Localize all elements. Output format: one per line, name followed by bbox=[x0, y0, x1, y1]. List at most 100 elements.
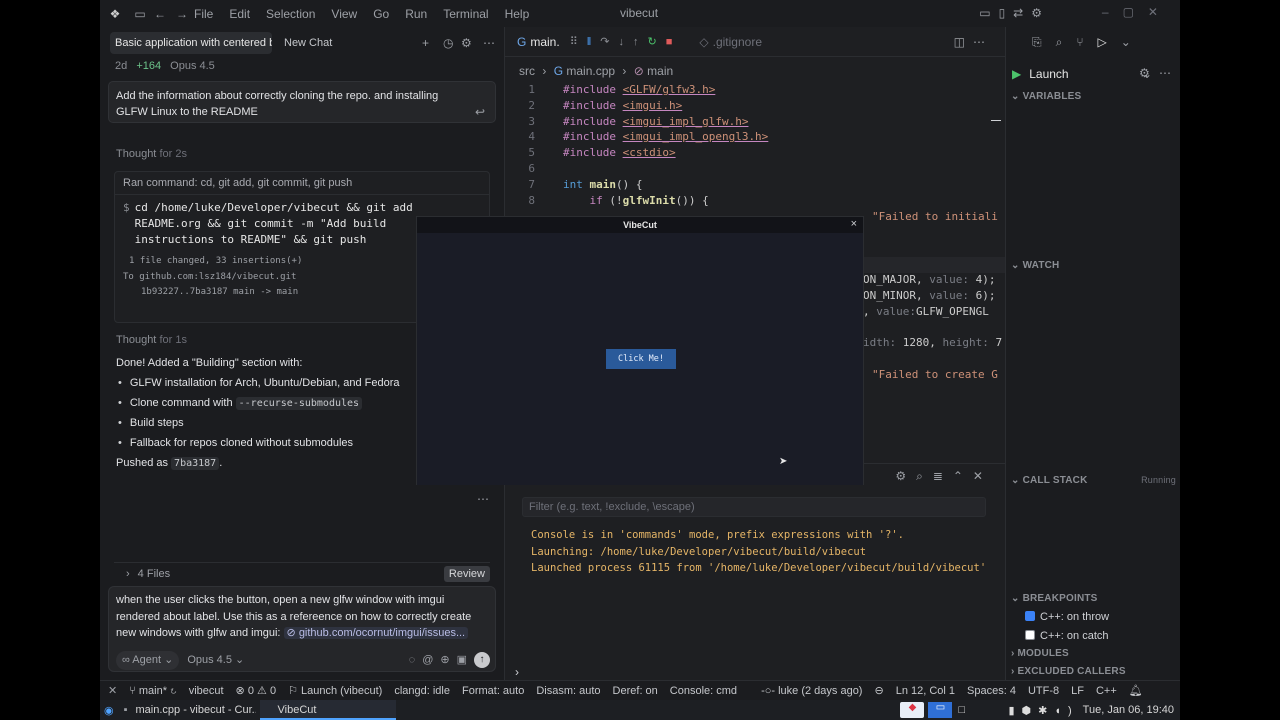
section-watch[interactable]: ⌄ WATCH bbox=[1011, 260, 1059, 271]
bell-icon[interactable]: 🔔︎ bbox=[1129, 684, 1143, 697]
bullet-pre: Clone command with bbox=[129, 397, 233, 409]
function-name: glfwInit bbox=[622, 193, 676, 207]
console-actions[interactable]: ⚙⌕≣⌃✕ bbox=[895, 469, 993, 484]
checkbox-checked[interactable] bbox=[1025, 611, 1035, 621]
section-title: CALL STACK bbox=[1022, 475, 1088, 486]
model-select[interactable]: Opus 4.5 ⌄ bbox=[187, 652, 244, 669]
files-changed-bar[interactable]: › 4 Files Review bbox=[114, 562, 490, 584]
launch-label: Launch bbox=[1029, 66, 1069, 81]
clangd-status[interactable]: clangd: idle bbox=[394, 685, 450, 697]
activity-icons[interactable]: ⎘⌕⑂ ▷ ⌄ bbox=[1006, 27, 1181, 57]
zoom-icon[interactable]: ⊖ bbox=[874, 684, 883, 697]
editor-actions[interactable]: ◫⋯ bbox=[954, 35, 993, 49]
breadcrumb-symbol[interactable]: main bbox=[647, 64, 673, 78]
section-modules[interactable]: › MODULES bbox=[1011, 648, 1069, 659]
reference-link[interactable]: ⊘ github.com/ocornut/imgui/issues... bbox=[283, 627, 469, 639]
breadcrumb: src › G main.cpp › ⊘ main bbox=[519, 64, 674, 78]
disasm-status[interactable]: Disasm: auto bbox=[536, 685, 600, 697]
pushed-pre: Pushed as bbox=[116, 457, 168, 469]
menu-edit[interactable]: Edit bbox=[229, 7, 250, 21]
forward-icon[interactable]: → bbox=[170, 7, 194, 21]
start-icon[interactable]: ◉ bbox=[104, 704, 114, 717]
section-excluded-callers[interactable]: › EXCLUDED CALLERS bbox=[1011, 666, 1126, 677]
project-name[interactable]: vibecut bbox=[189, 685, 224, 697]
launch-config-select[interactable]: ▶ Launch ⌄ bbox=[1012, 64, 1152, 83]
language-mode[interactable]: C++ bbox=[1096, 685, 1117, 697]
git-blame[interactable]: -○- luke (2 days ago) bbox=[761, 685, 862, 697]
input-action-icons[interactable]: ◌@⊕▣ bbox=[409, 652, 474, 669]
checkbox-unchecked[interactable] bbox=[1025, 630, 1035, 640]
agent-mode-select[interactable]: ∞ Agent ⌄ bbox=[116, 651, 180, 670]
taskbar-item-editor[interactable]: main.cpp - vibecut - Cur... bbox=[136, 704, 256, 716]
close-icon[interactable]: × bbox=[851, 218, 857, 230]
layout-icons[interactable]: ▭▯⇄⚙ bbox=[979, 6, 1050, 20]
more-icon[interactable]: ⋯ bbox=[483, 36, 495, 50]
menu-file[interactable]: File bbox=[194, 7, 213, 21]
console-prompt[interactable]: › bbox=[515, 665, 519, 679]
breadcrumb-file[interactable]: main.cpp bbox=[566, 64, 615, 78]
tray-icons[interactable]: ▮⬢✱◖) bbox=[1008, 704, 1078, 717]
review-button[interactable]: Review bbox=[443, 565, 490, 582]
deref-status[interactable]: Deref: on bbox=[613, 685, 658, 697]
encoding[interactable]: UTF-8 bbox=[1028, 685, 1059, 697]
thought-1[interactable]: Thought for 2s bbox=[116, 148, 187, 160]
ran-command-label[interactable]: Ran command: cd, git add, git commit, gi… bbox=[115, 172, 489, 195]
line-ending[interactable]: LF bbox=[1071, 685, 1084, 697]
thought-2[interactable]: Thought for 1s bbox=[116, 334, 187, 346]
list-item: Build steps bbox=[116, 417, 416, 429]
tab-new-chat[interactable]: New Chat bbox=[284, 37, 332, 49]
clock[interactable]: Tue, Jan 06, 19:40 bbox=[1083, 704, 1174, 716]
settings-icon[interactable]: ⚙ bbox=[461, 36, 472, 50]
tab-active-chat[interactable]: Basic application with centered b bbox=[110, 32, 272, 54]
tab-gitignore[interactable]: .gitignore bbox=[713, 35, 762, 49]
menu-selection[interactable]: Selection bbox=[266, 7, 315, 21]
code-line: 5 #include <cstdio> bbox=[505, 145, 1005, 161]
send-icon[interactable]: ↑ bbox=[474, 652, 490, 669]
sidebar-toggle-icon[interactable]: ▭ bbox=[130, 7, 150, 21]
desktop-icon[interactable]: □ bbox=[958, 704, 978, 716]
menu-help[interactable]: Help bbox=[505, 7, 530, 21]
breadcrumb-folder[interactable]: src bbox=[519, 64, 535, 78]
plus-icon[interactable]: + bbox=[422, 36, 429, 50]
history-icon[interactable]: ◷ bbox=[443, 36, 453, 50]
code-lines[interactable]: 1 #include <GLFW/glfw3.h> 2 #include <imgu… bbox=[505, 82, 1005, 208]
remote-icon[interactable]: ✕ bbox=[108, 684, 117, 697]
console-status[interactable]: Console: cmd bbox=[670, 685, 737, 697]
back-icon[interactable]: ← bbox=[150, 7, 170, 21]
chevron-right-icon[interactable]: › bbox=[126, 568, 130, 580]
window-switch-icon[interactable]: ▭ bbox=[928, 702, 953, 718]
menu-view[interactable]: View bbox=[331, 7, 357, 21]
chat-input[interactable]: when the user clicks the button, open a … bbox=[108, 586, 496, 672]
revert-icon[interactable]: ↩ bbox=[475, 105, 485, 119]
launch-status[interactable]: ⚐ Launch (vibecut) bbox=[288, 684, 382, 697]
branch-indicator[interactable]: ⑂ main* ↻ bbox=[129, 685, 176, 697]
user-message[interactable]: Add the information about correctly clon… bbox=[108, 81, 496, 123]
problems-indicator[interactable]: ⊗ 0 ⚠ 0 bbox=[236, 684, 277, 697]
window-controls[interactable]: –▢✕ bbox=[1102, 5, 1172, 19]
code-text: ()) { bbox=[675, 193, 709, 207]
menu-run[interactable]: Run bbox=[405, 7, 427, 21]
breakpoint-catch[interactable]: C++: on catch bbox=[1025, 630, 1109, 642]
gear-icon[interactable]: ⚙ bbox=[1139, 66, 1150, 80]
cursor-position[interactable]: Ln 12, Col 1 bbox=[896, 685, 955, 697]
indentation[interactable]: Spaces: 4 bbox=[967, 685, 1016, 697]
debug-toolbar[interactable]: ⠿‖↷↓↑↻■ bbox=[570, 35, 682, 48]
debug-icon: ⚐ bbox=[288, 685, 298, 697]
menu-go[interactable]: Go bbox=[373, 7, 389, 21]
console-output: Console is in 'commands' mode, prefix ex… bbox=[531, 527, 986, 577]
tab-main-cpp[interactable]: main. bbox=[530, 35, 559, 49]
click-me-button[interactable]: Click Me! bbox=[606, 349, 676, 369]
message-more-icon[interactable]: ⋯ bbox=[477, 492, 489, 506]
breakpoint-throw[interactable]: C++: on throw bbox=[1025, 611, 1109, 623]
console-filter-input[interactable]: Filter (e.g. text, !exclude, \escape) bbox=[522, 497, 986, 517]
section-variables[interactable]: ⌄ VARIABLES bbox=[1011, 91, 1081, 102]
section-call-stack[interactable]: ⌄ CALL STACK Running bbox=[1011, 475, 1176, 486]
format-status[interactable]: Format: auto bbox=[462, 685, 524, 697]
section-breakpoints[interactable]: ⌄ BREAKPOINTS bbox=[1011, 593, 1098, 604]
play-icon[interactable]: ▶ bbox=[1012, 67, 1021, 81]
brave-icon[interactable]: ◆ bbox=[900, 702, 925, 718]
more-icon[interactable]: ⋯ bbox=[1159, 66, 1171, 80]
menu-terminal[interactable]: Terminal bbox=[443, 7, 488, 21]
taskbar-item-vibecut[interactable]: VibeCut bbox=[259, 700, 396, 720]
code-fragment: idth: 1280, height: 7 bbox=[863, 336, 1002, 349]
